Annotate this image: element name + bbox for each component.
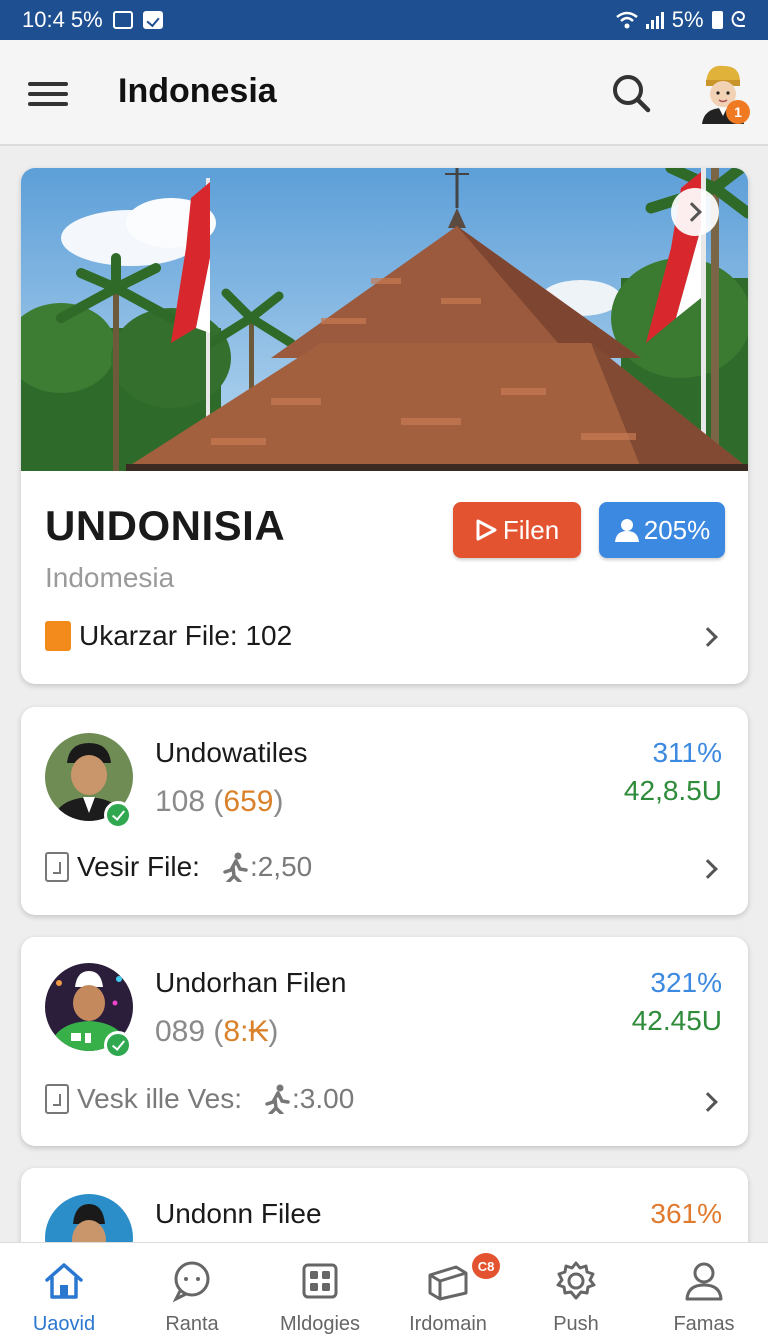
nav-item-ranta[interactable]: Ranta bbox=[128, 1243, 256, 1344]
featured-file-label: Ukarzar File: 102 bbox=[79, 620, 293, 651]
nav-badge: C8 bbox=[472, 1253, 500, 1279]
nav-label: Uaovid bbox=[32, 1313, 96, 1335]
home-icon bbox=[45, 1263, 83, 1299]
grid-icon bbox=[302, 1263, 338, 1299]
item-file-label: Vesir File: bbox=[77, 851, 200, 882]
chevron-right-icon bbox=[682, 202, 702, 222]
status-bar: 10:4 5% 5% ᘓ bbox=[0, 0, 768, 40]
bottom-navigation: Uaovid Ranta Mldogies C8 Irdomain Push F… bbox=[0, 1242, 768, 1344]
item-file-row: Vesir File: :2,50 bbox=[45, 851, 312, 883]
search-icon[interactable] bbox=[610, 72, 652, 114]
document-icon bbox=[45, 852, 69, 882]
chat-icon bbox=[172, 1261, 210, 1303]
app-bar: Indonesia 1 bbox=[0, 40, 768, 146]
filen-button[interactable]: Filen bbox=[453, 502, 581, 558]
item-percent: 311% bbox=[652, 737, 722, 768]
filen-button-label: Filen bbox=[502, 514, 560, 545]
nav-label: Mldogies bbox=[279, 1313, 361, 1335]
battery-percent: 5% bbox=[671, 7, 704, 32]
check-notification-icon bbox=[142, 11, 163, 29]
percent-button-label: 205% bbox=[643, 514, 711, 545]
item-file-value: :3.00 bbox=[291, 1083, 355, 1114]
play-icon bbox=[476, 519, 497, 541]
nav-item-irdomain[interactable]: C8 Irdomain bbox=[384, 1243, 512, 1344]
folder-icon bbox=[428, 1265, 468, 1301]
nav-label: Irdomain bbox=[409, 1313, 487, 1335]
wifi-icon bbox=[615, 11, 638, 29]
next-slide-button[interactable] bbox=[671, 188, 719, 236]
item-value: 42.45U bbox=[631, 1005, 722, 1036]
temple-image bbox=[21, 168, 748, 471]
featured-file-info: Ukarzar File: 102 bbox=[45, 620, 292, 652]
verified-icon bbox=[104, 801, 132, 829]
item-percent: 321% bbox=[650, 967, 722, 998]
item-name: Undorhan Filen bbox=[155, 967, 347, 998]
chevron-right-icon[interactable] bbox=[698, 859, 718, 879]
featured-title: UNDONISIA bbox=[45, 502, 286, 549]
person-icon bbox=[685, 1262, 723, 1301]
featured-card[interactable]: UNDONISIA Indomesia Filen 205% Ukarzar F… bbox=[21, 168, 748, 684]
runner-icon bbox=[265, 1084, 290, 1114]
percent-button[interactable]: 205% bbox=[599, 502, 725, 558]
item-file-value: :2,50 bbox=[249, 851, 313, 882]
item-file-label: Vesk ille Ves: bbox=[77, 1083, 242, 1114]
nav-item-mldogies[interactable]: Mldogies bbox=[256, 1243, 384, 1344]
page-title: Indonesia bbox=[118, 72, 277, 110]
nav-item-home[interactable]: Uaovid bbox=[0, 1243, 128, 1344]
item-count: 089 (8:₭) bbox=[155, 1015, 279, 1048]
item-value: 42,8.5U bbox=[623, 775, 722, 806]
nav-label: Push bbox=[553, 1313, 599, 1335]
featured-subtitle: Indomesia bbox=[45, 562, 175, 593]
document-icon bbox=[45, 1084, 69, 1114]
status-time: 10:4 5% bbox=[22, 7, 103, 32]
verified-icon bbox=[104, 1031, 132, 1059]
item-count: 108 (659) bbox=[155, 785, 284, 818]
item-percent: 361% bbox=[650, 1198, 722, 1229]
signal-icon bbox=[645, 11, 664, 29]
user-icon bbox=[614, 519, 639, 542]
runner-icon bbox=[223, 852, 248, 882]
battery-icon bbox=[711, 11, 723, 29]
item-name: Undonn Filee bbox=[155, 1198, 322, 1229]
notification-icon bbox=[112, 11, 133, 29]
notification-badge: 1 bbox=[726, 100, 750, 124]
list-item[interactable]: Undowatiles 108 (659) 311% 42,8.5U Vesir… bbox=[21, 707, 748, 915]
item-file-row: Vesk ille Ves: :3.00 bbox=[45, 1083, 354, 1115]
nav-label: Ranta bbox=[165, 1313, 219, 1335]
chevron-right-icon[interactable] bbox=[698, 1092, 718, 1112]
item-name: Undowatiles bbox=[155, 737, 308, 768]
list-item[interactable]: Undorhan Filen 089 (8:₭) 321% 42.45U Ves… bbox=[21, 937, 748, 1146]
menu-icon[interactable] bbox=[28, 82, 68, 106]
status-extra: ᘓ bbox=[730, 7, 747, 32]
chevron-right-icon[interactable] bbox=[698, 627, 718, 647]
nav-item-push[interactable]: Push bbox=[512, 1243, 640, 1344]
file-square-icon bbox=[45, 621, 71, 651]
gear-icon bbox=[556, 1261, 596, 1300]
nav-label: Famas bbox=[673, 1313, 735, 1335]
nav-item-famas[interactable]: Famas bbox=[640, 1243, 768, 1344]
